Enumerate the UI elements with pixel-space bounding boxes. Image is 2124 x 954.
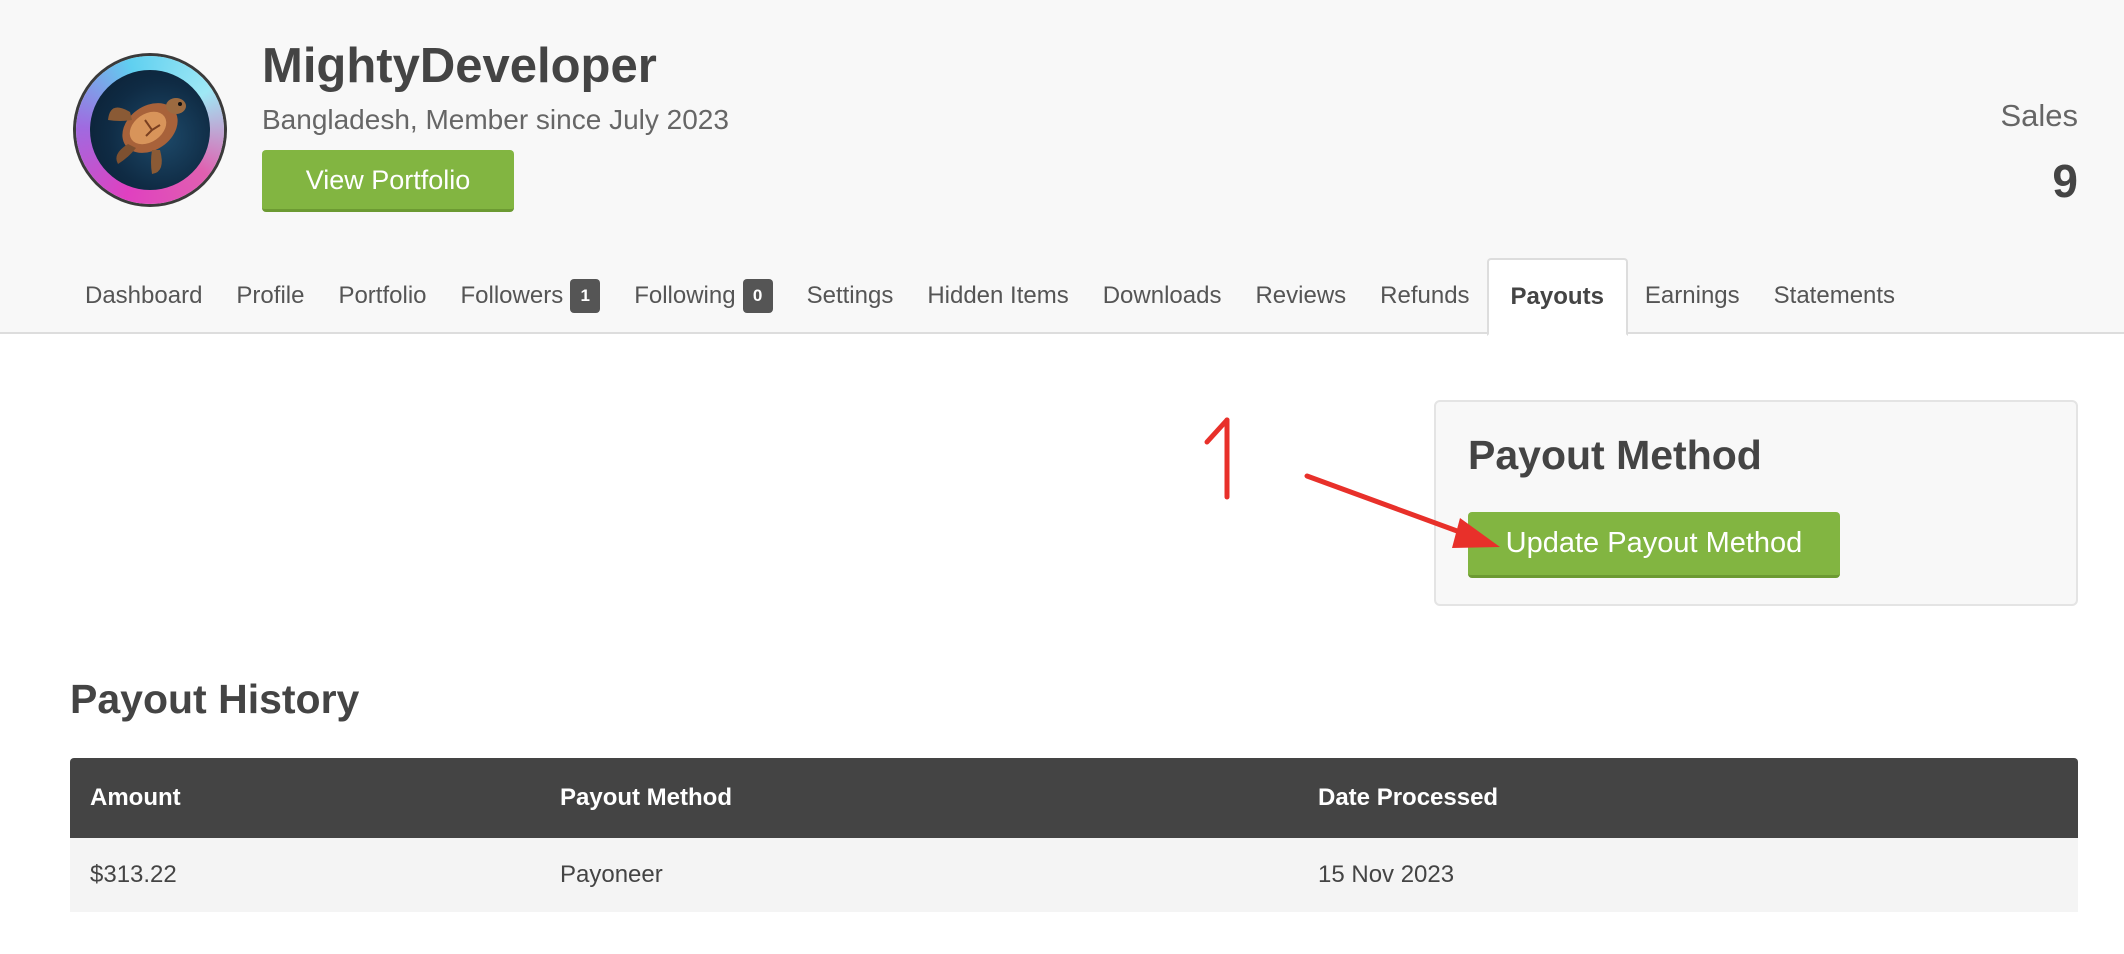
tab-settings[interactable]: Settings	[790, 258, 911, 334]
column-header-date-processed: Date Processed	[1298, 758, 2078, 838]
cell-payout-method: Payoneer	[540, 838, 1298, 912]
tab-label: Portfolio	[338, 282, 427, 309]
tab-label: Statements	[1773, 282, 1896, 309]
tab-label: Settings	[806, 282, 894, 309]
member-info: Bangladesh, Member since July 2023	[262, 104, 729, 135]
column-header-payout-method: Payout Method	[540, 758, 1298, 838]
update-payout-method-button[interactable]: Update Payout Method	[1468, 512, 1840, 578]
tab-label: Dashboard	[85, 282, 203, 309]
tab-downloads[interactable]: Downloads	[1086, 258, 1239, 334]
payout-method-title: Payout Method	[1468, 432, 1762, 478]
tab-statements[interactable]: Statements	[1757, 258, 1912, 334]
tab-label: Followers	[460, 282, 564, 309]
sales-count: 9	[2052, 155, 2078, 207]
table-header-row: Amount Payout Method Date Processed	[70, 758, 2078, 838]
profile-header: MightyDeveloper Bangladesh, Member since…	[0, 0, 2124, 336]
tab-profile[interactable]: Profile	[219, 258, 321, 334]
tab-label: Payouts	[1510, 283, 1604, 310]
tab-refunds[interactable]: Refunds	[1363, 258, 1486, 334]
tab-payouts[interactable]: Payouts	[1486, 258, 1628, 336]
username: MightyDeveloper	[262, 39, 657, 93]
tab-label: Profile	[236, 282, 305, 309]
tab-label: Refunds	[1380, 282, 1470, 309]
payout-method-panel: Payout Method Update Payout Method	[1434, 400, 2078, 606]
sea-turtle-image	[90, 70, 210, 190]
tab-label: Downloads	[1102, 282, 1222, 309]
sales-label: Sales	[2000, 98, 2078, 133]
tab-label: Following	[634, 282, 736, 309]
annotation-number-one	[1204, 417, 1230, 500]
tab-followers[interactable]: Followers 1	[444, 258, 618, 334]
following-count-badge: 0	[742, 279, 773, 313]
account-tabs: Dashboard Profile Portfolio Followers 1 F…	[68, 258, 1912, 336]
cell-date-processed: 15 Nov 2023	[1298, 838, 2078, 912]
tab-reviews[interactable]: Reviews	[1238, 258, 1363, 334]
tab-hidden-items[interactable]: Hidden Items	[910, 258, 1085, 334]
payout-history-title: Payout History	[70, 676, 360, 722]
tab-label: Earnings	[1644, 282, 1740, 309]
tab-label: Hidden Items	[927, 282, 1069, 309]
column-header-amount: Amount	[70, 758, 540, 838]
followers-count-badge: 1	[570, 279, 601, 313]
tab-following[interactable]: Following 0	[617, 258, 789, 334]
cell-amount: $313.22	[70, 838, 540, 912]
tab-earnings[interactable]: Earnings	[1628, 258, 1757, 334]
table-row: $313.22 Payoneer 15 Nov 2023	[70, 838, 2078, 912]
tab-dashboard[interactable]: Dashboard	[68, 258, 219, 334]
view-portfolio-button[interactable]: View Portfolio	[262, 150, 514, 212]
payout-history-table: Amount Payout Method Date Processed $313…	[70, 758, 2078, 912]
avatar[interactable]	[76, 56, 224, 204]
tab-label: Reviews	[1255, 282, 1347, 309]
tab-portfolio[interactable]: Portfolio	[321, 258, 443, 334]
